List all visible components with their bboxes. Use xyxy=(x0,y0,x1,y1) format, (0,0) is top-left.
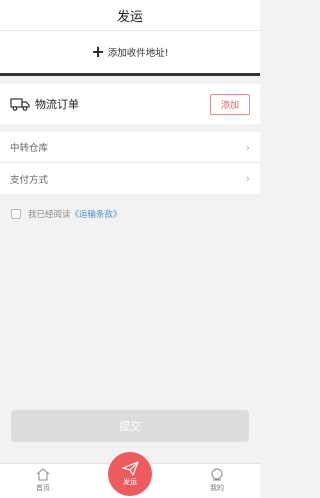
tab-mine-label: 我的 xyxy=(210,484,224,492)
transfer-warehouse-row[interactable]: 中转仓库 › xyxy=(0,132,260,163)
transfer-warehouse-label: 中转仓库 xyxy=(10,143,49,154)
truck-icon xyxy=(10,98,30,111)
page-title: 发运 xyxy=(116,9,143,25)
terms-link[interactable]: 《运输条款》 xyxy=(71,208,122,220)
top-bar: 发运 xyxy=(0,0,260,31)
plus-icon: + xyxy=(91,42,105,61)
logistics-order-title: 物流订单 xyxy=(35,98,79,111)
divider xyxy=(0,73,260,76)
user-icon xyxy=(211,468,223,481)
submit-button[interactable]: 提交 xyxy=(11,410,249,442)
home-icon xyxy=(36,468,50,481)
tab-send[interactable]: 发运 xyxy=(108,452,152,496)
tab-home-label: 首页 xyxy=(36,484,50,492)
tab-home[interactable]: 首页 xyxy=(23,468,63,493)
chevron-right-icon: › xyxy=(245,140,250,154)
payment-method-row[interactable]: 支付方式 › xyxy=(0,163,260,194)
add-order-button[interactable]: 添加 xyxy=(210,93,250,115)
agreement: 我已经阅读 《运输条款》 xyxy=(11,208,122,220)
logistics-order-section: 物流订单 添加 xyxy=(0,84,260,124)
payment-method-label: 支付方式 xyxy=(10,174,49,186)
add-address-label: 添加收件地址! xyxy=(107,48,169,59)
agreement-checkbox[interactable] xyxy=(11,209,21,219)
send-icon xyxy=(121,461,139,476)
tab-send-label: 发运 xyxy=(123,478,137,486)
add-address-button[interactable]: + 添加收件地址! xyxy=(0,31,260,73)
agreement-text: 我已经阅读 xyxy=(28,210,71,220)
tab-mine[interactable]: 我的 xyxy=(197,468,237,493)
chevron-right-icon: › xyxy=(245,172,250,185)
